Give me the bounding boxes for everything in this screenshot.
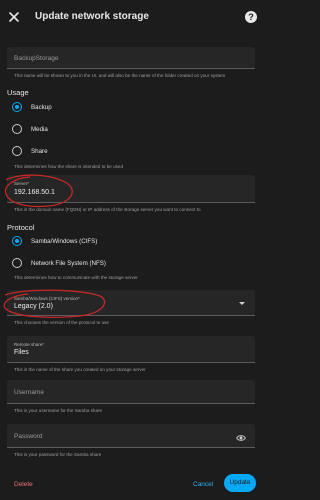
protocol-label-nfs: Network File System (NFS)	[31, 260, 106, 267]
password-helper: This is your password for the Samba shar…	[14, 452, 102, 457]
usage-label-backup: Backup	[31, 104, 52, 111]
version-select[interactable]: Samba/Windows (CIFS) version* Legacy (2.…	[7, 290, 255, 316]
protocol-radio-nfs[interactable]	[12, 258, 22, 268]
name-field-helper: This name will be shown to you in the UI…	[14, 73, 226, 78]
usage-radio-share[interactable]	[12, 146, 22, 156]
version-select-label: Samba/Windows (CIFS) version*	[14, 296, 80, 301]
usage-radio-backup[interactable]	[12, 102, 22, 112]
version-select-helper: This chooses the version of the protocol…	[14, 320, 109, 325]
server-field-helper: This is the domain name (FQDN) or IP add…	[14, 207, 201, 212]
protocol-label-cifs: Samba/Windows (CIFS)	[31, 238, 98, 245]
server-field[interactable]: Server* 192.168.50.1	[7, 175, 255, 203]
protocol-heading: Protocol	[7, 223, 35, 232]
name-field-placeholder: BackupStorage	[14, 55, 59, 62]
close-icon[interactable]	[6, 9, 22, 25]
eye-icon[interactable]	[236, 433, 246, 443]
cancel-button[interactable]: Cancel	[193, 481, 213, 488]
dialog-title: Update network storage	[35, 11, 149, 22]
dialog-header: Update network storage ?	[0, 0, 264, 34]
delete-button[interactable]: Delete	[14, 481, 33, 488]
server-field-label: Server*	[14, 181, 30, 186]
password-placeholder: Password	[14, 433, 43, 440]
dialog-footer: Delete Cancel Update	[0, 470, 264, 500]
help-circle-icon[interactable]: ?	[245, 11, 257, 23]
remote-share-value: Files	[14, 349, 29, 356]
version-select-value: Legacy (2.0)	[14, 303, 53, 310]
password-field[interactable]: Password	[7, 424, 255, 448]
remote-share-field[interactable]: Remote share* Files	[7, 336, 255, 363]
username-helper: This is your username for the Samba shar…	[14, 408, 103, 413]
usage-heading: Usage	[7, 88, 29, 97]
dropdown-arrow-icon[interactable]	[239, 302, 245, 305]
usage-radio-media[interactable]	[12, 124, 22, 134]
username-field[interactable]: Username	[7, 380, 255, 404]
usage-helper: This determines how the share is intende…	[14, 164, 124, 169]
usage-label-media: Media	[31, 126, 48, 133]
username-placeholder: Username	[14, 389, 44, 396]
remote-share-label: Remote share*	[14, 342, 45, 347]
server-field-value: 192.168.50.1	[14, 189, 55, 196]
protocol-radio-cifs[interactable]	[12, 236, 22, 246]
protocol-helper: This determines how to communicate with …	[14, 275, 138, 280]
update-button[interactable]: Update	[224, 474, 256, 492]
name-field[interactable]: BackupStorage	[7, 47, 255, 69]
remote-share-helper: This is the name of the share you create…	[14, 367, 146, 372]
usage-label-share: Share	[31, 148, 48, 155]
